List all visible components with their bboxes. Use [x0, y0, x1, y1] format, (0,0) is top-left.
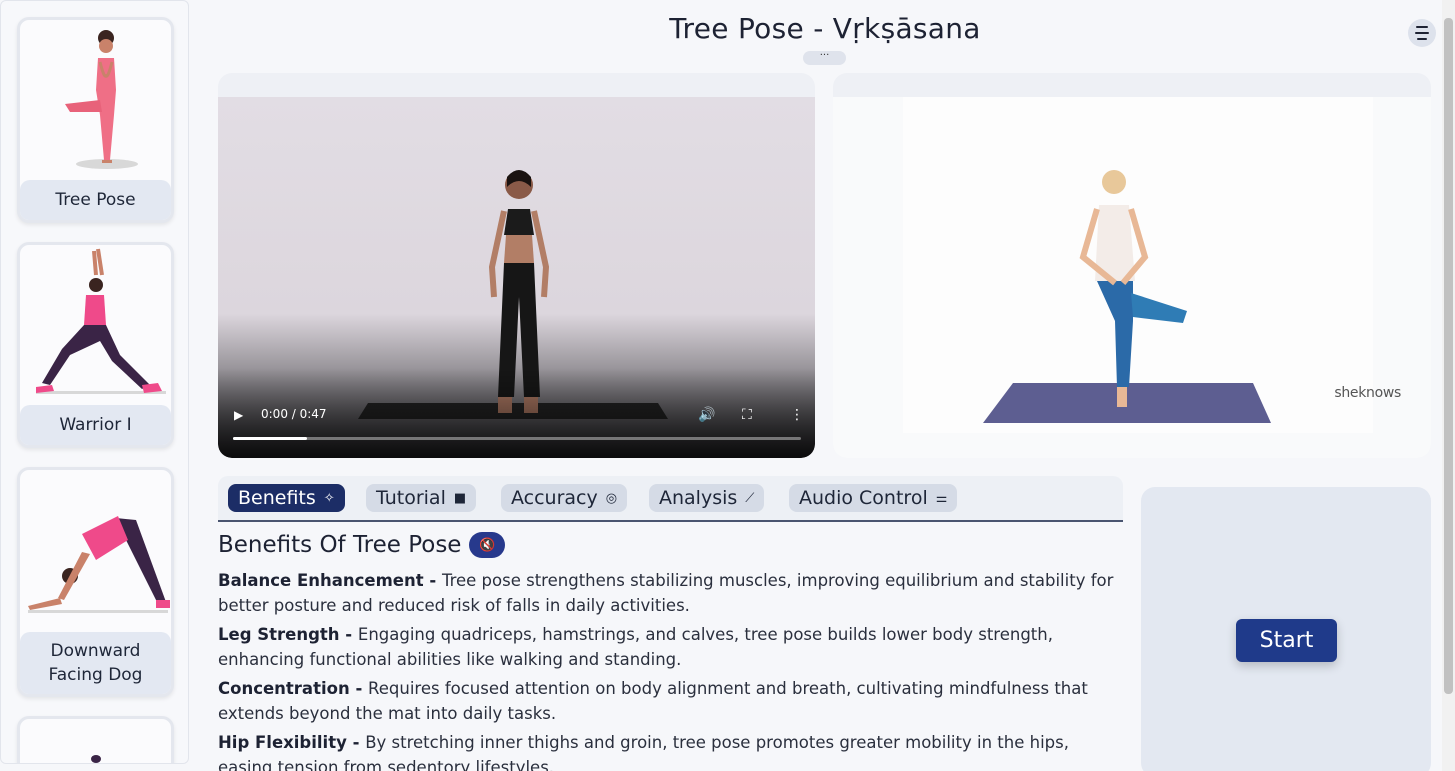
pose-card-downward-dog[interactable]: Downward Facing Dog [17, 467, 174, 697]
tab-label: Benefits [238, 487, 316, 509]
line-chart-icon: ⟋ [745, 490, 755, 506]
pose-card-next[interactable] [17, 716, 174, 763]
video-progress-fill [233, 437, 307, 440]
sparkle-icon: ✧ [323, 490, 335, 506]
benefit-name: Balance Enhancement - [218, 571, 442, 590]
camera-panel: Start [1141, 487, 1431, 771]
tab-tutorial[interactable]: Tutorial ■ [366, 484, 477, 512]
list-item: Hip Flexibility - By stretching inner th… [218, 730, 1123, 771]
pose-sidebar: Tree Pose Warrior I Downward Facing Dog [0, 0, 189, 764]
scrollbar-thumb[interactable] [1444, 18, 1453, 694]
pose-card-tree[interactable]: Tree Pose [17, 17, 174, 223]
mute-icon[interactable]: 🔇 [469, 532, 506, 558]
tab-label: Analysis [659, 487, 738, 509]
list-item: Concentration - Requires focused attenti… [218, 676, 1123, 726]
benefits-heading: Benefits Of Tree Pose 🔇 [218, 532, 506, 558]
tab-label: Audio Control [799, 487, 928, 509]
volume-icon[interactable]: 🔊 [698, 407, 715, 423]
tab-label: Tutorial [376, 487, 446, 509]
sliders-icon: ⚌ [935, 490, 948, 506]
page-scrollbar[interactable] [1442, 0, 1455, 771]
benefits-list: Balance Enhancement - Tree pose strength… [218, 568, 1123, 771]
list-item: Leg Strength - Engaging quadriceps, hams… [218, 622, 1123, 672]
video-progress-bar[interactable] [233, 437, 801, 440]
tree-pose-illustration [65, 30, 138, 169]
tutorial-video[interactable]: ▶ 0:00 / 0:47 🔊 ⛶ ⋮ [218, 97, 815, 458]
pose-label: Warrior I [20, 405, 171, 445]
video-time: 0:00 / 0:47 [261, 407, 327, 421]
photo-watermark: sheknows [1334, 385, 1401, 401]
tab-accuracy[interactable]: Accuracy ◎ [501, 484, 628, 512]
benefit-name: Hip Flexibility - [218, 733, 366, 752]
downward-dog-illustration [28, 516, 170, 613]
tab-bar: Benefits ✧ Tutorial ■ Accuracy ◎ Analysi… [218, 476, 1123, 522]
tab-audio-control[interactable]: Audio Control ⚌ [789, 484, 958, 512]
tab-analysis[interactable]: Analysis ⟋ [649, 484, 765, 512]
tab-benefits[interactable]: Benefits ✧ [228, 484, 345, 512]
warrior-pose-illustration [36, 248, 166, 394]
list-item: Balance Enhancement - Tree pose strength… [218, 568, 1123, 618]
benefits-title: Benefits Of Tree Pose [218, 532, 462, 558]
start-button[interactable]: Start [1236, 619, 1337, 662]
reference-image: sheknows [833, 97, 1431, 458]
video-camera-icon: ■ [453, 490, 467, 506]
reference-photo-person [903, 97, 1373, 433]
tab-label: Accuracy [511, 487, 598, 509]
fullscreen-icon[interactable]: ⛶ [742, 407, 752, 423]
pose-illustration [91, 755, 101, 763]
page-title: Tree Pose - Vṛkṣāsana [669, 12, 981, 45]
target-icon: ◎ [605, 490, 618, 506]
tutorial-video-panel: ▶ 0:00 / 0:47 🔊 ⛶ ⋮ [218, 73, 815, 458]
more-options-button[interactable]: ··· [803, 51, 846, 65]
benefit-name: Leg Strength - [218, 625, 358, 644]
video-controls: ▶ 0:00 / 0:47 🔊 ⛶ ⋮ [218, 368, 815, 458]
reference-image-panel: sheknows [833, 73, 1431, 458]
pose-label: Tree Pose [20, 180, 171, 220]
play-icon[interactable]: ▶ [234, 408, 243, 422]
menu-icon[interactable] [1408, 19, 1436, 47]
pose-card-warrior[interactable]: Warrior I [17, 242, 174, 448]
benefit-name: Concentration - [218, 679, 369, 698]
pose-label: Downward Facing Dog [20, 632, 171, 694]
more-vertical-icon[interactable]: ⋮ [790, 407, 804, 423]
